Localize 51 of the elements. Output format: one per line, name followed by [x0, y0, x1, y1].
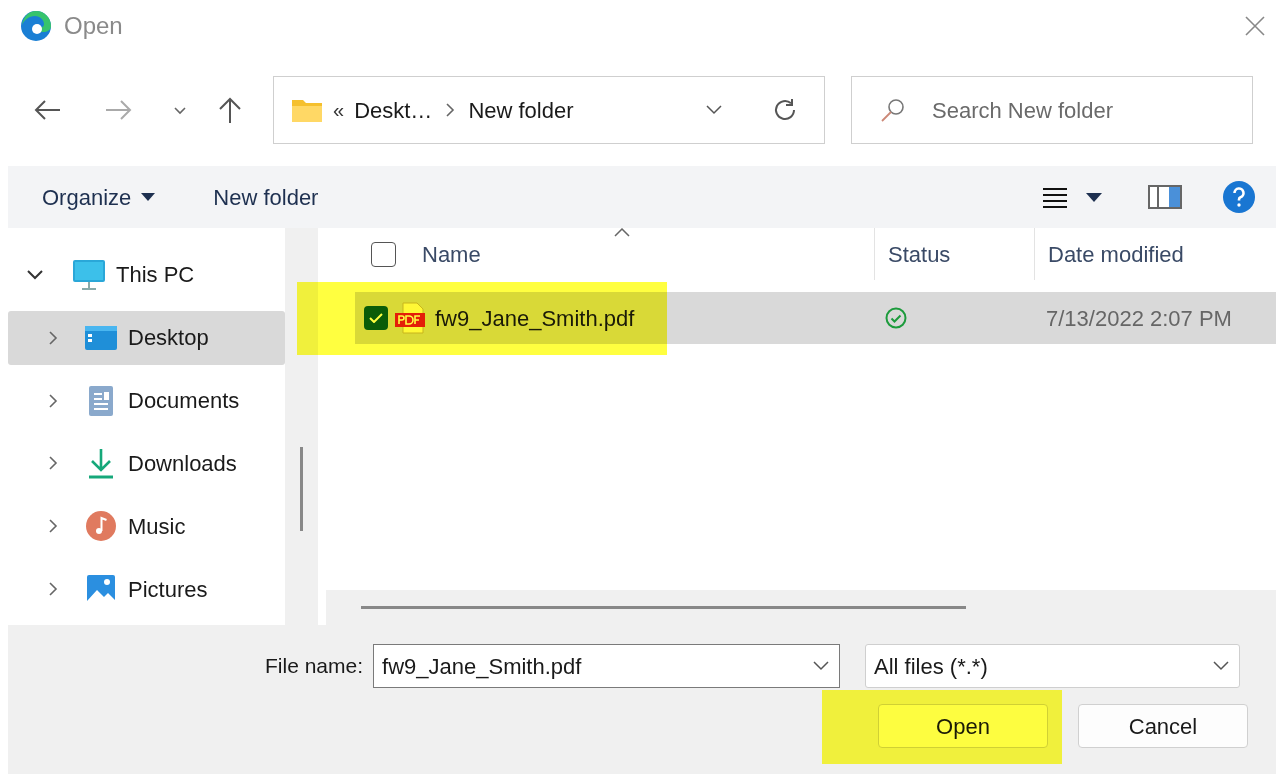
- image-icon: [84, 574, 118, 605]
- nav-item[interactable]: Documents: [8, 373, 285, 428]
- caret-icon[interactable]: [1086, 192, 1102, 202]
- up-icon[interactable]: [217, 96, 243, 124]
- nav-item[interactable]: This PC: [8, 248, 285, 302]
- file-name-field[interactable]: fw9_Jane_Smith.pdf: [373, 644, 841, 688]
- close-icon[interactable]: [1244, 15, 1266, 37]
- scrollbar-thumb[interactable]: [361, 606, 966, 609]
- desktop-icon: [84, 324, 118, 351]
- nav-item[interactable]: Music: [8, 499, 285, 554]
- help-icon[interactable]: [1222, 180, 1256, 214]
- preview-pane-icon[interactable]: [1148, 185, 1182, 209]
- toolbar-button[interactable]: New folder: [213, 180, 319, 214]
- column-header[interactable]: Status: [874, 228, 1034, 280]
- dropdown-icon[interactable]: [706, 105, 722, 115]
- file-name: fw9_Jane_Smith.pdf: [435, 304, 636, 333]
- breadcrumb-item[interactable]: New folder: [468, 93, 574, 127]
- sort-ascending-icon[interactable]: [614, 228, 630, 237]
- refresh-icon[interactable]: [772, 97, 798, 123]
- collapse-icon[interactable]: [26, 268, 44, 281]
- nav-item[interactable]: Desktop: [8, 310, 285, 365]
- dialog-button[interactable]: Cancel: [1078, 704, 1248, 748]
- music-note-icon: [84, 510, 118, 543]
- search-placeholder: Search New folder: [932, 96, 1113, 125]
- column-header[interactable]: Name: [422, 228, 874, 280]
- recent-locations-icon[interactable]: [173, 105, 187, 115]
- date-modified: 7/13/2022 2:07 PM: [1045, 304, 1232, 333]
- caret-icon: [141, 193, 156, 201]
- breadcrumb-separator-icon: [444, 102, 457, 118]
- field-label: File name:: [265, 653, 364, 680]
- back-icon[interactable]: [33, 99, 61, 121]
- search-icon: [880, 97, 906, 123]
- browser-logo-icon: [20, 10, 52, 42]
- scrollbar-thumb[interactable]: [300, 447, 303, 531]
- dropdown-icon[interactable]: [813, 661, 830, 671]
- file-type-dropdown[interactable]: All files (*.*): [865, 644, 1241, 688]
- checkmark-circle-icon: [885, 307, 907, 329]
- toolbar-button[interactable]: Organize: [42, 180, 156, 214]
- nav-item[interactable]: Downloads: [8, 436, 285, 491]
- view-list-icon[interactable]: [1042, 186, 1068, 208]
- breadcrumb-item[interactable]: Deskt…: [354, 93, 433, 127]
- dropdown-icon[interactable]: [1213, 661, 1230, 671]
- nav-item[interactable]: Pictures: [8, 562, 285, 616]
- address-bar[interactable]: « Deskt… New folder: [273, 76, 825, 144]
- select-all-checkbox[interactable]: [371, 241, 396, 267]
- column-header[interactable]: Date modified: [1034, 228, 1276, 280]
- folder-icon: [291, 97, 323, 123]
- overflow-chevrons[interactable]: «: [333, 95, 345, 125]
- window-title: Open: [64, 11, 123, 41]
- search-field[interactable]: Search New folder: [851, 76, 1253, 144]
- computer-icon: [72, 258, 106, 291]
